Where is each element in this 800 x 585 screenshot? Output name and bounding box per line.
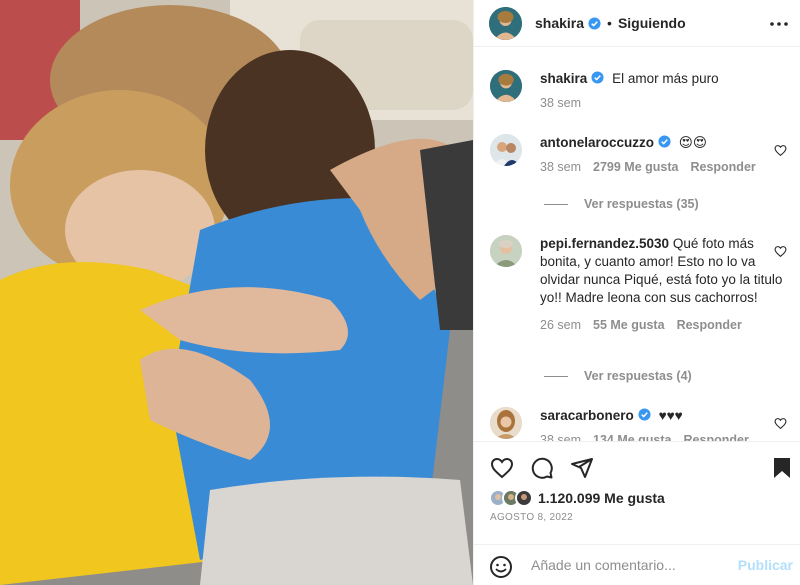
comment-text: antonelaroccuzzo 😍😍 [540, 134, 792, 152]
header-separator: • [607, 15, 612, 31]
comment-content: ♥♥♥ [658, 408, 683, 423]
comment-input[interactable]: Añade un comentario... [531, 557, 676, 573]
comments-list[interactable]: shakira El amor más puro 38 sem antonela… [474, 48, 800, 441]
caption-body: shakira El amor más puro 38 sem [540, 70, 792, 110]
verified-badge-icon [658, 135, 671, 148]
emoji-icon[interactable] [489, 555, 513, 579]
view-replies-button[interactable]: Ver respuestas (35) [544, 197, 699, 211]
post-header: shakira • Siguiendo [474, 0, 800, 47]
post-date[interactable]: AGOSTO 8, 2022 [490, 512, 573, 523]
comment-like-heart-icon[interactable] [774, 144, 787, 157]
comment-meta: 38 sem 134 Me gusta Responder [540, 433, 792, 441]
view-replies-label: Ver respuestas (35) [584, 197, 699, 211]
liker-avatar [515, 489, 533, 507]
comment-likes[interactable]: 2799 Me gusta [593, 160, 678, 174]
comment-username[interactable]: saracarbonero [540, 408, 634, 423]
comment-likes[interactable]: 55 Me gusta [593, 318, 665, 332]
comment-time[interactable]: 38 sem [540, 433, 581, 441]
verified-badge-icon [638, 408, 651, 421]
reply-button[interactable]: Responder [677, 318, 742, 332]
caption-username[interactable]: shakira [540, 71, 587, 86]
view-replies-button[interactable]: Ver respuestas (4) [544, 369, 692, 383]
comment-like-heart-icon[interactable] [774, 245, 787, 258]
commenter-avatar[interactable] [490, 407, 522, 439]
comment-body: antonelaroccuzzo 😍😍 38 sem 2799 Me gusta… [540, 134, 792, 174]
author-username[interactable]: shakira [535, 15, 584, 31]
caption-content: El amor más puro [612, 71, 719, 86]
share-icon[interactable] [570, 456, 594, 480]
post-actions: 1.120.099 Me gusta AGOSTO 8, 2022 [474, 441, 800, 544]
commenter-avatar[interactable] [490, 235, 522, 267]
post-photo[interactable] [0, 0, 473, 585]
author-avatar[interactable] [490, 70, 522, 102]
likes-summary[interactable]: 1.120.099 Me gusta [489, 489, 665, 507]
comment-content: 😍😍 [678, 135, 707, 150]
comment-likes[interactable]: 134 Me gusta [593, 433, 672, 441]
comment-username[interactable]: antonelaroccuzzo [540, 135, 654, 150]
caption-time[interactable]: 38 sem [540, 96, 581, 110]
comment-icon[interactable] [530, 456, 554, 480]
following-button[interactable]: Siguiendo [618, 15, 686, 31]
verified-badge-icon [588, 16, 601, 30]
publish-button[interactable]: Publicar [738, 557, 793, 573]
reply-button[interactable]: Responder [684, 433, 749, 441]
commenter-avatar[interactable] [490, 134, 522, 166]
post-photo-illustration [0, 0, 473, 585]
comment-like-heart-icon[interactable] [774, 417, 787, 430]
liker-avatars [489, 489, 533, 507]
comment-body: saracarbonero ♥♥♥ 38 sem 134 Me gusta Re… [540, 407, 792, 441]
reply-button[interactable]: Responder [690, 160, 755, 174]
comment-meta: 38 sem 2799 Me gusta Responder [540, 160, 792, 174]
comment-text: pepi.fernandez.5030 Qué foto más bonita,… [540, 235, 792, 307]
verified-badge-icon [591, 71, 604, 84]
bookmark-icon[interactable] [770, 456, 794, 480]
comment-time[interactable]: 38 sem [540, 160, 581, 174]
add-comment-bar: Añade un comentario... Publicar [474, 544, 800, 585]
caption-text: shakira El amor más puro [540, 70, 792, 88]
likes-count[interactable]: 1.120.099 Me gusta [538, 490, 665, 506]
post-side-panel: shakira • Siguiendo shakira El amor más … [473, 0, 800, 585]
comment-body: pepi.fernandez.5030 Qué foto más bonita,… [540, 235, 792, 332]
replies-divider-line [544, 203, 568, 205]
comment-meta: 26 sem 55 Me gusta Responder [540, 318, 792, 332]
view-replies-label: Ver respuestas (4) [584, 369, 692, 383]
comment-time[interactable]: 26 sem [540, 318, 581, 332]
caption-meta: 38 sem [540, 96, 792, 110]
comment-username[interactable]: pepi.fernandez.5030 [540, 236, 669, 251]
comment-text: saracarbonero ♥♥♥ [540, 407, 792, 425]
more-options-icon[interactable] [769, 14, 789, 34]
replies-divider-line [544, 375, 568, 377]
heart-icon[interactable] [490, 456, 514, 480]
author-avatar[interactable] [489, 6, 522, 40]
